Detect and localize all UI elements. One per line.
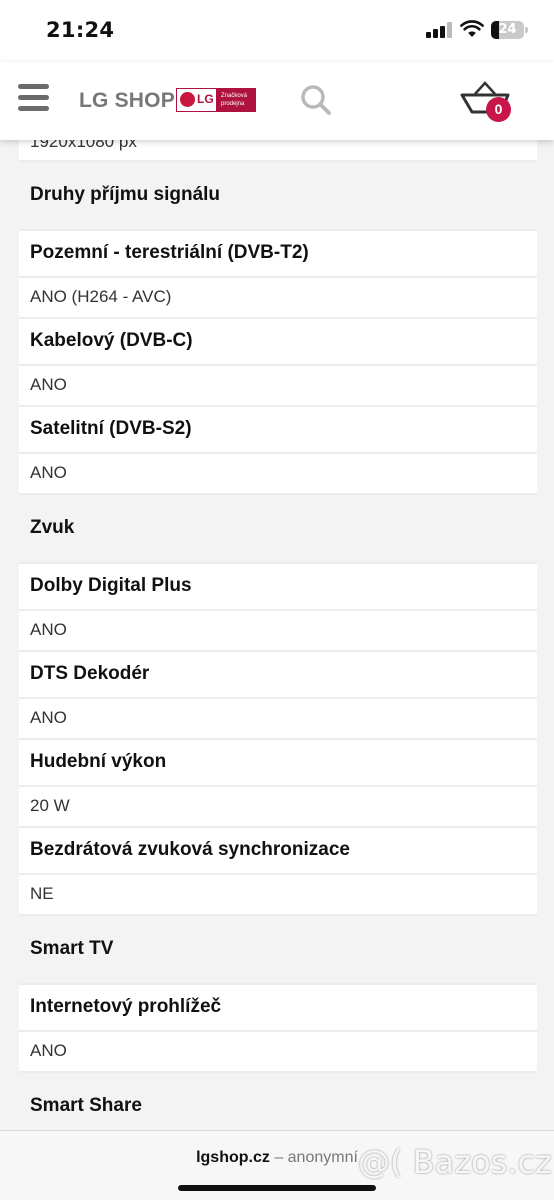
spec-table: 1920x1080 px Druhy příjmu signálu Pozemní… (19, 126, 537, 1130)
search-icon[interactable] (300, 84, 332, 116)
status-bar: 21:24 24 (0, 0, 554, 62)
spec-section-row: Smart Share (19, 1073, 537, 1130)
lg-logo-icon (180, 92, 195, 107)
spec-value-text: ANO (30, 708, 67, 727)
spec-value-text: 20 W (30, 796, 70, 815)
spec-label-row: Dolby Digital Plus (19, 564, 537, 611)
spec-section-row: Druhy příjmu signálu (19, 162, 537, 231)
spec-label-text: Kabelový (DVB-C) (30, 330, 193, 351)
spec-label-text: Bezdrátová zvuková synchronizace (30, 839, 350, 860)
browser-bottom-bar: lgshop.cz – anonymní @( Bazos.cz (0, 1130, 554, 1200)
spec-section-row: Smart TV (19, 916, 537, 985)
spec-value-text: ANO (30, 1041, 67, 1060)
spec-label-row: Pozemní - terestriální (DVB-T2) (19, 231, 537, 278)
spec-value-row: ANO (H264 - AVC) (19, 278, 537, 319)
hamburger-menu-icon[interactable] (18, 84, 49, 112)
spec-label-row: Internetový prohlížeč (19, 985, 537, 1032)
site-header: LG SHOP LG Značková prodejna 0 (0, 62, 554, 140)
spec-label-row: Satelitní (DVB-S2) (19, 407, 537, 454)
wifi-icon (460, 20, 484, 37)
spec-label-row: Kabelový (DVB-C) (19, 319, 537, 366)
spec-value-row: ANO (19, 1032, 537, 1073)
spec-value-row: ANO (19, 366, 537, 407)
cellular-signal-icon (426, 22, 452, 38)
url-host: lgshop.cz (196, 1149, 270, 1166)
spec-value-row: NE (19, 875, 537, 916)
spec-label-text: Dolby Digital Plus (30, 575, 192, 596)
spec-label-text: Pozemní - terestriální (DVB-T2) (30, 242, 309, 263)
brand-badge: LG Značková prodejna (176, 88, 256, 112)
bazos-watermark: @( Bazos.cz (358, 1143, 552, 1181)
spec-section-text: Smart TV (30, 938, 114, 959)
spec-section-text: Zvuk (30, 517, 75, 538)
battery-icon: 24 (491, 21, 528, 39)
spec-label-row: DTS Dekodér (19, 652, 537, 699)
badge-lg-text: LG (197, 92, 214, 106)
spec-label-text: DTS Dekodér (30, 663, 150, 684)
spec-label-row: Bezdrátová zvuková synchronizace (19, 828, 537, 875)
spec-label-text: Internetový prohlížeč (30, 996, 222, 1017)
spec-value-text: ANO (30, 375, 67, 394)
spec-value-row: ANO (19, 699, 537, 740)
battery-level: 24 (498, 22, 517, 37)
spec-section-row: Zvuk (19, 495, 537, 564)
spec-section-text: Druhy příjmu signálu (30, 184, 221, 205)
spec-label-text: Satelitní (DVB-S2) (30, 418, 192, 439)
site-logo[interactable]: LG SHOP (79, 89, 175, 113)
spec-value-text: ANO (30, 620, 67, 639)
spec-label-row: Hudební výkon (19, 740, 537, 787)
private-mode-label: – anonymní (274, 1149, 358, 1166)
home-indicator[interactable] (178, 1185, 376, 1191)
spec-value-text: ANO (30, 463, 67, 482)
status-time: 21:24 (46, 18, 115, 42)
badge-subtitle: Značková prodejna (216, 89, 256, 111)
spec-value-row: ANO (19, 454, 537, 495)
spec-value-text: NE (30, 884, 54, 903)
spec-value-row: 20 W (19, 787, 537, 828)
spec-value-text: ANO (H264 - AVC) (30, 287, 172, 306)
spec-section-text: Smart Share (30, 1095, 142, 1116)
cart-count-badge: 0 (486, 97, 511, 122)
spec-label-text: Hudební výkon (30, 751, 167, 772)
spec-value-row: ANO (19, 611, 537, 652)
